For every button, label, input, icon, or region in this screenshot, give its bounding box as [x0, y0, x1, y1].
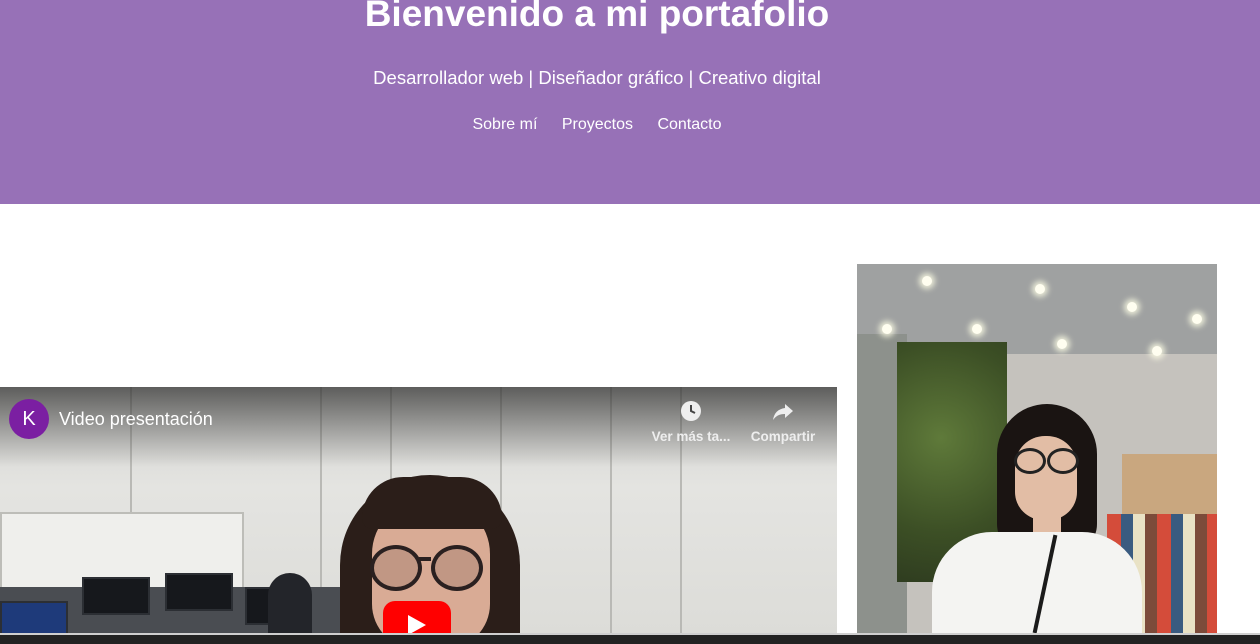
share-label: Compartir — [750, 429, 816, 444]
clock-icon — [646, 399, 736, 423]
watch-later-button[interactable]: Ver más ta... — [646, 399, 736, 444]
play-icon — [408, 615, 426, 635]
page-title: Bienvenido a mi portafolio — [364, 0, 830, 34]
share-button[interactable]: Compartir — [738, 399, 828, 444]
video-embed[interactable]: K Video presentación Ver más ta... Compa… — [0, 387, 837, 637]
nav-link-contacto[interactable]: Contacto — [657, 116, 721, 133]
channel-avatar[interactable]: K — [9, 399, 49, 439]
share-arrow-icon — [738, 399, 828, 423]
bottom-bar — [0, 633, 1260, 644]
site-header: Bienvenido a mi portafolio Desarrollador… — [0, 0, 1260, 204]
nav-link-proyectos[interactable]: Proyectos — [562, 116, 633, 133]
watch-later-label: Ver más ta... — [651, 429, 731, 444]
play-button[interactable] — [383, 601, 451, 637]
profile-photo — [857, 264, 1217, 637]
video-title[interactable]: Video presentación — [59, 408, 213, 430]
nav-link-sobre-mi[interactable]: Sobre mí — [472, 116, 537, 133]
page-subtitle: Desarrollador web | Diseñador gráfico | … — [373, 67, 821, 88]
main-nav: Sobre mí Proyectos Contacto — [0, 115, 1194, 135]
